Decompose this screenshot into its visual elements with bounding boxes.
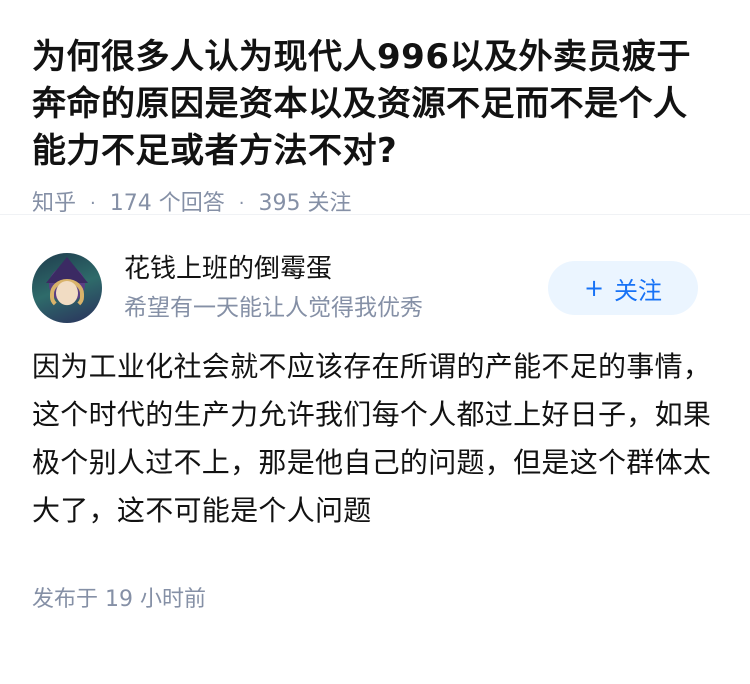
follow-button[interactable]: + 关注 xyxy=(548,261,698,315)
question-title[interactable]: 为何很多人认为现代人996以及外卖员疲于奔命的原因是资本以及资源不足而不是个人能… xyxy=(32,34,718,175)
plus-icon: + xyxy=(583,274,605,302)
avatar[interactable] xyxy=(32,253,102,323)
question-header: 为何很多人认为现代人996以及外卖员疲于奔命的原因是资本以及资源不足而不是个人能… xyxy=(0,0,750,216)
author-row: 花钱上班的倒霉蛋 希望有一天能让人觉得我优秀 + 关注 xyxy=(32,251,718,325)
author-info: 花钱上班的倒霉蛋 希望有一天能让人觉得我优秀 xyxy=(124,252,548,324)
answer-content[interactable]: 因为工业化社会就不应该存在所谓的产能不足的事情，这个时代的生产力允许我们每个人都… xyxy=(32,343,718,535)
follower-count[interactable]: 395 关注 xyxy=(258,189,351,219)
answer-count[interactable]: 174 个回答 xyxy=(110,189,225,219)
avatar-face-shape xyxy=(56,281,78,305)
meta-separator: · xyxy=(90,193,96,214)
publish-time: 发布于 19 小时前 xyxy=(32,587,206,612)
author-bio: 希望有一天能让人觉得我优秀 xyxy=(124,295,423,321)
meta-separator: · xyxy=(238,193,245,214)
source-label[interactable]: 知乎 xyxy=(32,189,76,219)
answer-card: 花钱上班的倒霉蛋 希望有一天能让人觉得我优秀 + 关注 因为工业化社会就不应该存… xyxy=(0,251,750,615)
follow-label: 关注 xyxy=(614,276,663,305)
section-divider xyxy=(0,214,750,251)
author-name[interactable]: 花钱上班的倒霉蛋 xyxy=(124,252,548,286)
